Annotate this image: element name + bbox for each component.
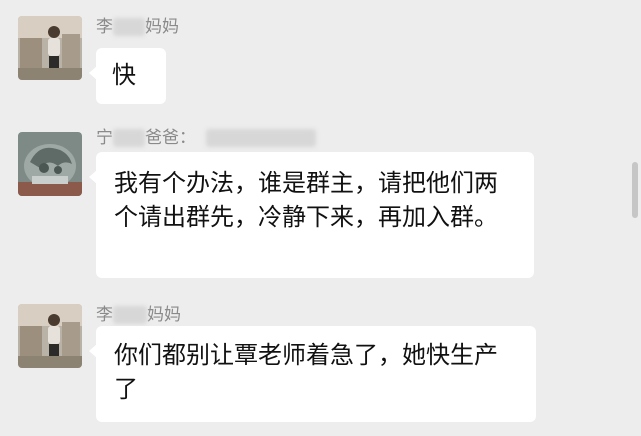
scrollbar[interactable]	[632, 162, 638, 218]
chat-message: 李 妈妈 快	[0, 0, 641, 110]
message-text: 我有个办法，谁是群主，请把他们两个请出群先，冷静下来，再加入群。	[114, 169, 498, 231]
sender-name-prefix: 李	[96, 305, 113, 325]
message-bubble[interactable]: 快	[89, 48, 166, 104]
sender-avatar[interactable]	[18, 16, 82, 80]
message-bubble[interactable]: 你们都别让覃老师着急了，她快生产了	[89, 326, 536, 422]
redacted-text	[206, 129, 316, 147]
message-text: 你们都别让覃老师着急了，她快生产了	[114, 341, 498, 403]
sender-name-prefix: 宁	[96, 128, 113, 148]
photo-person-avatar-icon	[18, 16, 82, 80]
chat-message: 宁 爸爸： 我有个办法，谁是群主，请把他们两个请出群先，冷静下来，再加入群。	[0, 110, 641, 290]
sender-name-suffix: 爸爸：	[145, 128, 196, 148]
photo-person-avatar-icon	[18, 304, 82, 368]
redacted-name	[113, 18, 145, 36]
sender-name: 李 妈妈	[96, 12, 179, 37]
redacted-name	[113, 306, 147, 324]
sender-name: 李 妈妈	[96, 300, 181, 325]
stone-statue-avatar-icon	[18, 132, 82, 196]
sender-avatar[interactable]	[18, 304, 82, 368]
sender-name-suffix: 妈妈	[147, 305, 181, 325]
sender-name-suffix: 妈妈	[145, 17, 179, 37]
message-bubble[interactable]: 我有个办法，谁是群主，请把他们两个请出群先，冷静下来，再加入群。	[89, 152, 534, 278]
message-text: 快	[112, 61, 136, 89]
sender-name: 宁 爸爸：	[96, 123, 316, 148]
sender-avatar[interactable]	[18, 132, 82, 196]
redacted-name	[113, 129, 145, 147]
chat-message: 李 妈妈 你们都别让覃老师着急了，她快生产了	[0, 290, 641, 436]
sender-name-prefix: 李	[96, 17, 113, 37]
